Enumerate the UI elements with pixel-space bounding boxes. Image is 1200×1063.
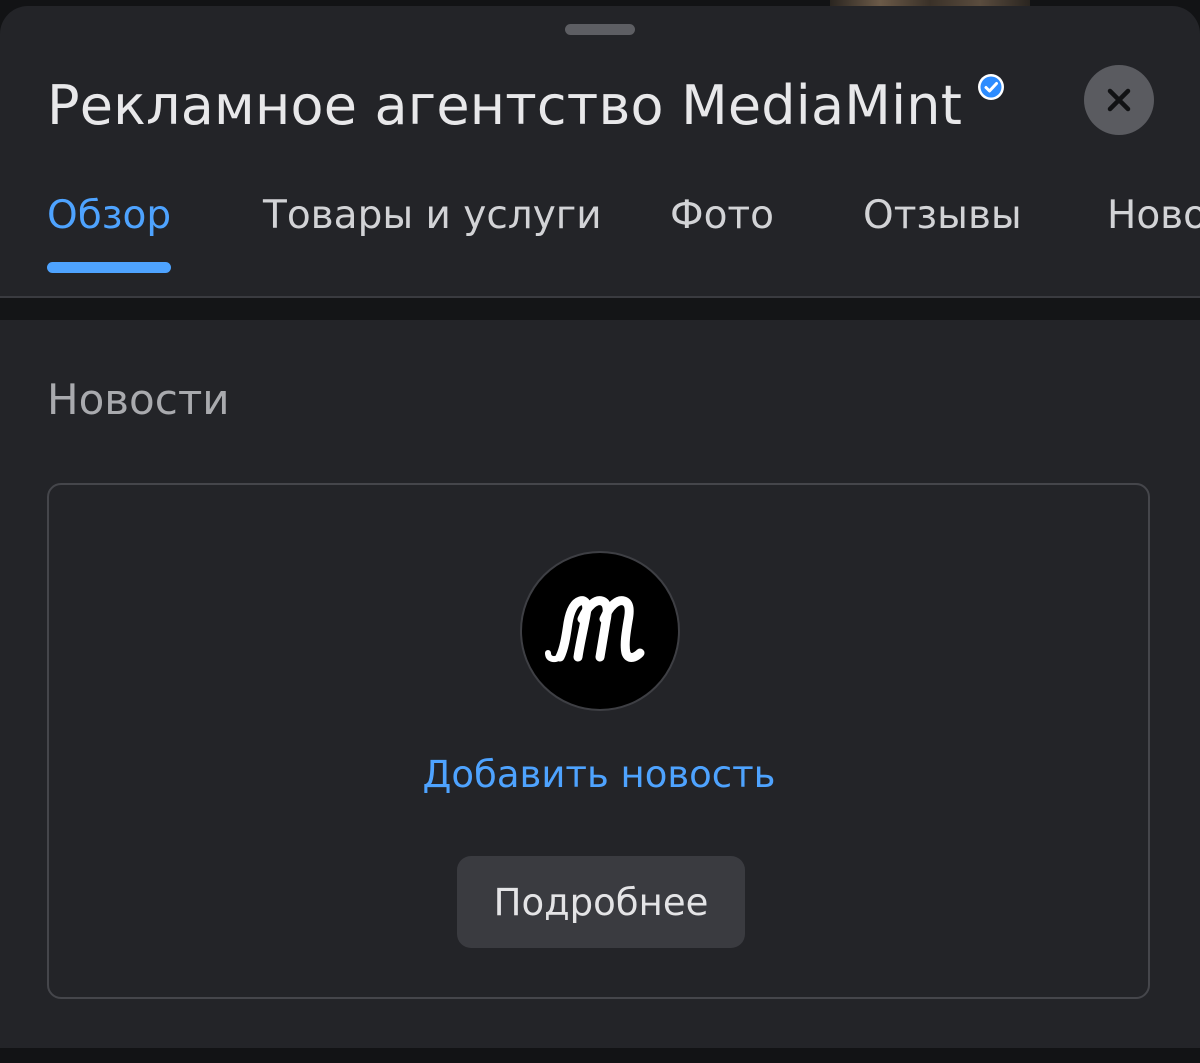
- news-section: Новости Добавить новость Подробнее: [0, 320, 1200, 1048]
- verified-check-icon: [978, 74, 1005, 100]
- tab-label: Отзывы: [863, 193, 1022, 238]
- add-news-link[interactable]: Добавить новость: [49, 745, 1149, 805]
- tab-products-services[interactable]: Товары и услуги: [263, 176, 602, 276]
- business-title: Рекламное агентство MediaMint: [47, 74, 963, 137]
- page: Рекламное агентство MediaMint Обзор Това…: [0, 0, 1200, 1063]
- active-tab-indicator: [47, 262, 171, 273]
- tab-overview[interactable]: Обзор: [47, 176, 171, 276]
- tab-reviews[interactable]: Отзывы: [863, 176, 1022, 276]
- tab-label: Фото: [670, 193, 775, 238]
- mediamint-logo-mark: [545, 596, 645, 663]
- mediamint-logo: [520, 551, 680, 711]
- more-button[interactable]: Подробнее: [457, 856, 745, 948]
- bottom-separator: [0, 1048, 1200, 1063]
- section-separator: [0, 298, 1200, 320]
- tab-photos[interactable]: Фото: [670, 176, 774, 276]
- close-icon: [1107, 88, 1131, 112]
- news-empty-card: Добавить новость Подробнее: [47, 483, 1150, 999]
- tab-bar: Обзор Товары и услуги Фото Отзывы Новост…: [0, 176, 1200, 296]
- tab-news[interactable]: Новости: [1107, 176, 1200, 276]
- tab-label: Обзор: [47, 193, 172, 238]
- news-section-heading: Новости: [47, 375, 230, 424]
- tab-label: Товары и услуги: [263, 193, 602, 238]
- sheet-grabber-handle[interactable]: [565, 24, 635, 35]
- more-button-label: Подробнее: [493, 880, 709, 924]
- tab-label: Новости: [1107, 193, 1200, 238]
- business-card-sheet: Рекламное агентство MediaMint Обзор Това…: [0, 6, 1200, 296]
- title-row: Рекламное агентство MediaMint: [47, 66, 1006, 146]
- close-button[interactable]: [1084, 65, 1154, 135]
